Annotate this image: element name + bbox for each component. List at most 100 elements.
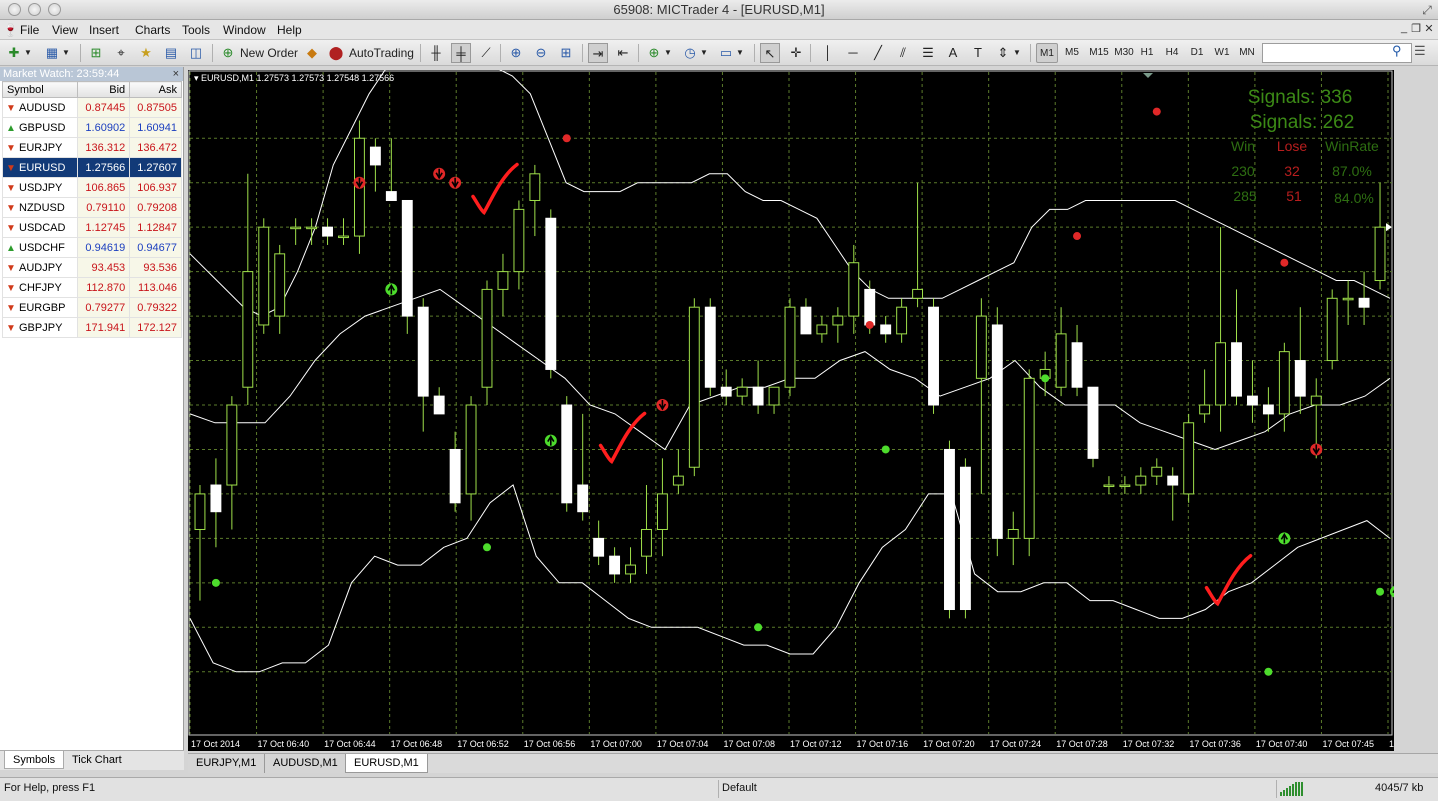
chart-shift-icon[interactable]: ⇤: [613, 43, 633, 63]
timeframe-m1[interactable]: M1: [1036, 43, 1058, 63]
chevron-down-icon[interactable]: ▼: [22, 43, 34, 63]
tab-symbols[interactable]: Symbols: [4, 751, 65, 769]
arrows-icon[interactable]: ⇕: [993, 43, 1013, 63]
timeframe-mn[interactable]: MN: [1236, 43, 1258, 63]
metaeditor-icon[interactable]: ◆: [302, 43, 322, 63]
autotrading-icon[interactable]: ⬤: [326, 43, 346, 63]
candlestick-chart-icon[interactable]: ╪: [451, 43, 471, 63]
text-icon[interactable]: A: [943, 43, 963, 63]
ask-cell[interactable]: 0.87505: [129, 97, 182, 118]
menu-window[interactable]: Window: [223, 23, 266, 37]
profiles-icon[interactable]: ▦: [42, 43, 62, 63]
terminal-icon[interactable]: ▤: [161, 43, 181, 63]
column-header-symbol[interactable]: Symbol: [1, 81, 79, 98]
ask-cell[interactable]: 1.60941: [129, 117, 182, 138]
bid-cell[interactable]: 0.79277: [77, 297, 131, 318]
menu-tools[interactable]: Tools: [182, 23, 210, 37]
ask-cell[interactable]: 1.12847: [129, 217, 182, 238]
symbol-cell[interactable]: ▼ GBPJPY: [1, 317, 79, 338]
fibonacci-icon[interactable]: ☰: [918, 43, 938, 63]
zoom-out-icon[interactable]: ⊖: [531, 43, 551, 63]
ask-cell[interactable]: 0.79322: [129, 297, 182, 318]
timeframe-h4[interactable]: H4: [1161, 43, 1183, 63]
symbol-cell[interactable]: ▼ USDCAD: [1, 217, 79, 238]
market-watch-row[interactable]: ▼ EURJPY 136.312 136.472: [1, 137, 182, 158]
horizontal-line-icon[interactable]: ─: [843, 43, 863, 63]
search-icon[interactable]: ⚲: [1392, 43, 1402, 59]
chevron-down-icon[interactable]: ▼: [662, 43, 674, 63]
new-order-icon[interactable]: ⊕: [218, 43, 238, 63]
search-input[interactable]: [1262, 43, 1412, 63]
ask-cell[interactable]: 136.472: [129, 137, 182, 158]
ask-cell[interactable]: 93.536: [129, 257, 182, 278]
chart-tab-audusd[interactable]: AUDUSD,M1: [265, 754, 347, 773]
strategy-tester-icon[interactable]: ◫: [186, 43, 206, 63]
timeframe-h1[interactable]: H1: [1136, 43, 1158, 63]
bid-cell[interactable]: 1.27566: [77, 157, 131, 178]
close-icon[interactable]: ×: [173, 67, 179, 81]
market-watch-row[interactable]: ▼ AUDJPY 93.453 93.536: [1, 257, 182, 278]
templates-icon[interactable]: ▭: [716, 43, 736, 63]
bid-cell[interactable]: 0.94619: [77, 237, 131, 258]
bid-cell[interactable]: 1.12745: [77, 217, 131, 238]
mdi-minimize-icon[interactable]: _: [1398, 22, 1410, 34]
symbol-cell[interactable]: ▼ AUDUSD: [1, 97, 79, 118]
symbol-cell[interactable]: ▼ EURJPY: [1, 137, 79, 158]
tile-windows-icon[interactable]: ⊞: [556, 43, 576, 63]
bid-cell[interactable]: 112.870: [77, 277, 131, 298]
community-icon[interactable]: ☰: [1414, 43, 1426, 59]
bid-cell[interactable]: 0.87445: [77, 97, 131, 118]
timeframe-d1[interactable]: D1: [1186, 43, 1208, 63]
ask-cell[interactable]: 106.937: [129, 177, 182, 198]
menu-charts[interactable]: Charts: [135, 23, 170, 37]
market-watch-row[interactable]: ▼ NZDUSD 0.79110 0.79208: [1, 197, 182, 218]
bid-cell[interactable]: 136.312: [77, 137, 131, 158]
tab-tick-chart[interactable]: Tick Chart: [64, 751, 130, 769]
chart-tab-eurjpy[interactable]: EURJPY,M1: [188, 754, 266, 773]
price-chart[interactable]: 1.279851.279801.279751.279701.279651.279…: [188, 70, 1394, 751]
line-chart-icon[interactable]: ⟋: [476, 43, 496, 63]
symbol-cell[interactable]: ▲ GBPUSD: [1, 117, 79, 138]
column-header-bid[interactable]: Bid: [77, 81, 131, 98]
ask-cell[interactable]: 113.046: [129, 277, 182, 298]
market-watch-icon[interactable]: ⊞: [86, 43, 106, 63]
connection-status-icon[interactable]: [1280, 782, 1306, 796]
symbol-cell[interactable]: ▲ USDCHF: [1, 237, 79, 258]
bid-cell[interactable]: 93.453: [77, 257, 131, 278]
timeframe-m15[interactable]: M15: [1086, 43, 1112, 63]
cursor-icon[interactable]: ↖: [760, 43, 780, 63]
bid-cell[interactable]: 1.60902: [77, 117, 131, 138]
menu-view[interactable]: View: [52, 23, 78, 37]
market-watch-row[interactable]: ▼ GBPJPY 171.941 172.127: [1, 317, 182, 338]
symbol-cell[interactable]: ▼ NZDUSD: [1, 197, 79, 218]
symbol-cell[interactable]: ▼ AUDJPY: [1, 257, 79, 278]
menu-help[interactable]: Help: [277, 23, 302, 37]
column-header-ask[interactable]: Ask: [129, 81, 182, 98]
chevron-down-icon[interactable]: ▼: [1011, 43, 1023, 63]
vertical-line-icon[interactable]: │: [818, 43, 838, 63]
market-watch-row[interactable]: ▲ GBPUSD 1.60902 1.60941: [1, 117, 182, 138]
chart-window[interactable]: 1.279851.279801.279751.279701.279651.279…: [188, 70, 1394, 751]
chevron-down-icon[interactable]: ▼: [734, 43, 746, 63]
market-watch-row[interactable]: ▼ USDCAD 1.12745 1.12847: [1, 217, 182, 238]
symbol-cell[interactable]: ▼ EURUSD: [1, 157, 79, 178]
bar-chart-icon[interactable]: ╫: [426, 43, 446, 63]
new-order-button[interactable]: New Order: [240, 43, 298, 63]
ask-cell[interactable]: 172.127: [129, 317, 182, 338]
bid-cell[interactable]: 106.865: [77, 177, 131, 198]
ask-cell[interactable]: 0.94677: [129, 237, 182, 258]
chart-tab-eurusd[interactable]: EURUSD,M1: [345, 754, 428, 773]
ask-cell[interactable]: 1.27607: [129, 157, 182, 178]
menu-file[interactable]: File: [20, 23, 39, 37]
market-watch-row[interactable]: ▲ USDCHF 0.94619 0.94677: [1, 237, 182, 258]
app-icon[interactable]: 🍷: [3, 23, 18, 37]
market-watch-row[interactable]: ▼ AUDUSD 0.87445 0.87505: [1, 97, 182, 118]
equidistant-channel-icon[interactable]: ⫽: [893, 43, 913, 63]
market-watch-row[interactable]: ▼ EURGBP 0.79277 0.79322: [1, 297, 182, 318]
bid-cell[interactable]: 0.79110: [77, 197, 131, 218]
data-window-icon[interactable]: ⌖: [111, 43, 131, 63]
autotrading-button[interactable]: AutoTrading: [349, 43, 414, 63]
timeframe-m30[interactable]: M30: [1111, 43, 1137, 63]
chevron-down-icon[interactable]: ▼: [698, 43, 710, 63]
symbol-cell[interactable]: ▼ USDJPY: [1, 177, 79, 198]
